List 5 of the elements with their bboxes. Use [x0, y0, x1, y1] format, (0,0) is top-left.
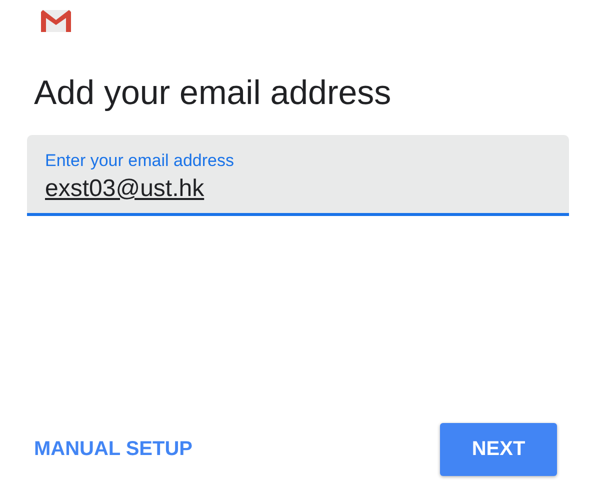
- manual-setup-button[interactable]: MANUAL SETUP: [27, 434, 200, 465]
- next-button[interactable]: NEXT: [440, 423, 557, 476]
- page-title: Add your email address: [34, 73, 392, 113]
- envelope-logo-icon: [40, 9, 72, 33]
- email-field[interactable]: Enter your email address exst03@ust.hk: [27, 135, 569, 216]
